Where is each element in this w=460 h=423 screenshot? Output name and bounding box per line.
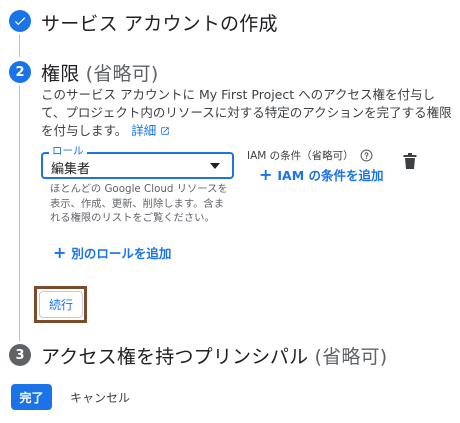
iam-condition-title-text: IAM の条件（省略可）: [247, 150, 354, 162]
cancel-button[interactable]: キャンセル: [66, 384, 134, 410]
details-link[interactable]: 詳細: [131, 123, 170, 138]
check-icon: [14, 17, 26, 26]
role-help-text: ほとんどの Google Cloud リソースを表示、作成、更新、削除します。含…: [50, 183, 228, 225]
done-button[interactable]: 完了: [11, 384, 52, 410]
permissions-description: このサービス アカウントに My First Project へのアクセス権を付…: [41, 86, 453, 140]
role-select-value: 編集者: [51, 162, 91, 177]
help-circle-icon[interactable]: [360, 149, 373, 162]
role-select-label: ロール: [49, 144, 87, 158]
plus-icon: +: [259, 164, 273, 184]
continue-button[interactable]: 続行: [39, 291, 83, 318]
plus-icon: +: [53, 242, 67, 262]
dropdown-arrow-icon: [210, 163, 220, 169]
step-3-optional: (省略可): [314, 346, 388, 368]
step-connector-2: [19, 85, 20, 341]
add-another-role-button[interactable]: + 別のロールを追加: [53, 243, 171, 262]
step-2-title-text: 権限: [41, 63, 80, 85]
open-in-new-icon: [161, 127, 169, 135]
step-2-optional: (省略可): [85, 63, 159, 85]
add-iam-condition-label: IAM の条件を追加: [277, 168, 384, 183]
step-1-title[interactable]: サービス アカウントの作成: [41, 9, 278, 36]
role-select[interactable]: ロール 編集者: [41, 144, 234, 179]
step-1-done-indicator: [9, 10, 31, 32]
details-link-label: 詳細: [131, 123, 157, 138]
step-2-indicator: 2: [9, 61, 31, 83]
step-2-title: 権限 (省略可): [41, 59, 158, 86]
step-3-title[interactable]: アクセス権を持つプリンシパル (省略可): [41, 342, 387, 369]
step-3-title-text: アクセス権を持つプリンシパル: [41, 346, 309, 368]
add-iam-condition-button[interactable]: + IAM の条件を追加: [259, 165, 384, 184]
step-3-indicator: 3: [9, 344, 31, 366]
permissions-description-text: このサービス アカウントに My First Project へのアクセス権を付…: [41, 87, 452, 138]
add-another-role-label: 別のロールを追加: [71, 246, 172, 261]
iam-condition-title: IAM の条件（省略可）: [247, 148, 373, 163]
step-connector-1: [19, 34, 20, 57]
trash-icon[interactable]: [403, 153, 417, 169]
